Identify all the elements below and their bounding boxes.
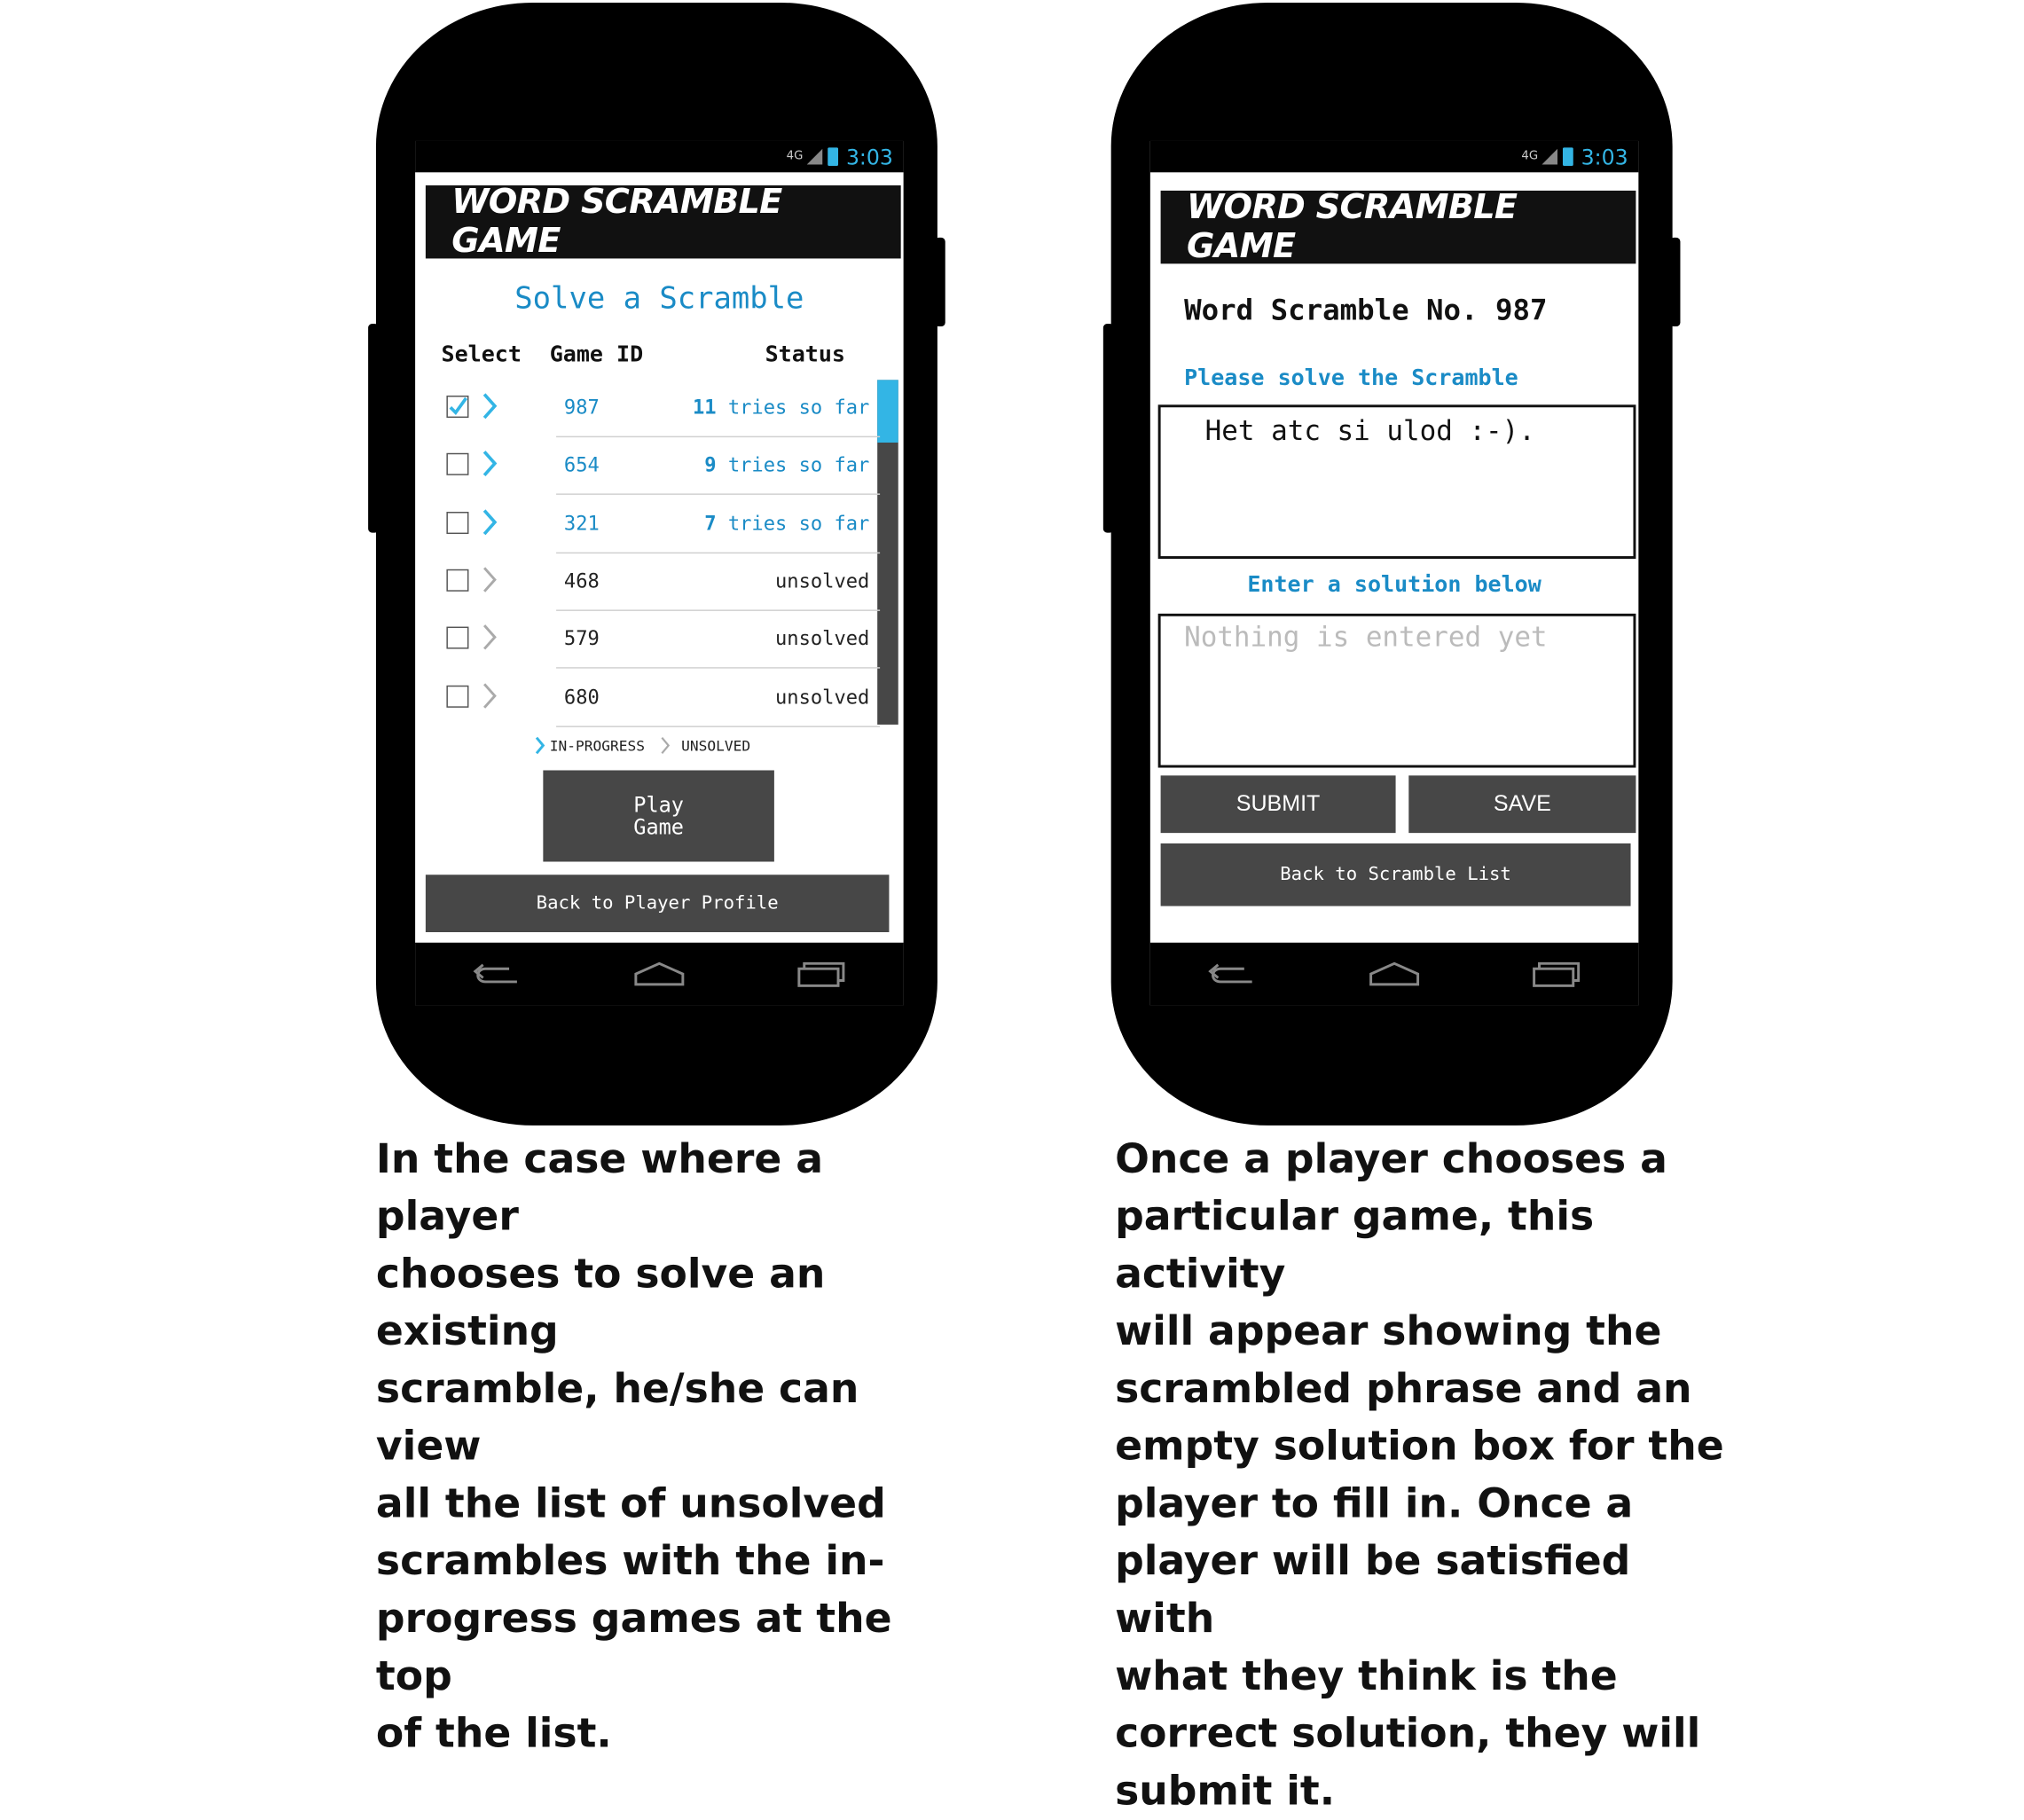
clock: 3:03 xyxy=(845,144,893,169)
home-nav-icon[interactable] xyxy=(633,958,686,989)
left-phone: 4G 3:03 WORD SCRAMBLE GAME Solve a Scram… xyxy=(368,2,945,1126)
checkbox-icon[interactable] xyxy=(446,569,469,592)
checkbox-icon[interactable] xyxy=(446,396,469,419)
power-button xyxy=(934,237,945,326)
game-status: unsolved xyxy=(775,685,869,708)
save-button[interactable]: SAVE xyxy=(1408,775,1636,834)
back-to-player-profile-label: Back to Player Profile xyxy=(536,892,779,914)
app-header: WORD SCRAMBLE GAME xyxy=(1160,187,1636,267)
chevron-right-icon xyxy=(535,736,545,755)
status-text: unsolved xyxy=(775,685,870,709)
legend-unsolved: UNSOLVED xyxy=(681,736,751,755)
try-count: 11 xyxy=(692,396,717,420)
chevron-right-icon[interactable] xyxy=(481,623,499,651)
back-to-player-profile-button[interactable]: Back to Player Profile xyxy=(425,875,890,933)
game-id: 987 xyxy=(563,396,600,420)
solution-placeholder: Nothing is entered yet xyxy=(1184,621,1548,653)
right-caption: Once a player chooses a particular game,… xyxy=(1115,1135,1724,1816)
chevron-right-icon[interactable] xyxy=(481,565,499,593)
list-item[interactable]: 579 unsolved xyxy=(436,611,881,669)
checkbox-icon[interactable] xyxy=(446,626,469,649)
game-status: 11 tries so far xyxy=(693,396,869,419)
power-button xyxy=(1669,237,1681,326)
column-status: Status xyxy=(765,341,846,369)
signal-icon xyxy=(806,148,823,165)
column-select: Select xyxy=(441,341,522,369)
solution-label: Enter a solution below xyxy=(1247,571,1542,599)
screen-title: Solve a Scramble xyxy=(514,281,804,317)
recents-nav-icon[interactable] xyxy=(1531,958,1583,989)
list-item[interactable]: 680 unsolved xyxy=(436,669,881,727)
status-text: tries so far xyxy=(727,511,870,535)
right-phone: 4G 3:03 WORD SCRAMBLE GAME Word Scramble… xyxy=(1102,2,1681,1126)
list-item[interactable]: 987 11 tries so far xyxy=(436,380,881,438)
game-status: unsolved xyxy=(775,569,869,592)
signal-icon xyxy=(1542,148,1558,165)
solution-input[interactable]: Nothing is entered yet xyxy=(1157,613,1636,768)
status-legend: IN-PROGRESS UNSOLVED xyxy=(535,736,751,755)
back-nav-icon[interactable] xyxy=(470,958,522,989)
app-header: WORD SCRAMBLE GAME xyxy=(425,183,901,262)
network-type: 4G xyxy=(786,150,804,163)
chevron-right-icon[interactable] xyxy=(481,450,499,478)
game-id: 680 xyxy=(563,685,600,709)
play-game-button[interactable]: Play Game xyxy=(543,770,774,862)
chevron-right-icon[interactable] xyxy=(481,507,499,536)
right-screen: 4G 3:03 WORD SCRAMBLE GAME Word Scramble… xyxy=(1149,140,1639,1006)
save-label: SAVE xyxy=(1493,791,1551,816)
submit-button[interactable]: SUBMIT xyxy=(1160,775,1396,834)
clock: 3:03 xyxy=(1581,144,1628,169)
play-game-label-2: Game xyxy=(633,814,684,840)
status-text: unsolved xyxy=(775,626,870,651)
game-id: 321 xyxy=(563,511,600,535)
left-screen: 4G 3:03 WORD SCRAMBLE GAME Solve a Scram… xyxy=(415,140,904,1006)
volume-button xyxy=(368,324,379,533)
submit-label: SUBMIT xyxy=(1236,791,1321,816)
scrollbar-thumb[interactable] xyxy=(877,380,898,443)
scrambled-phrase-box: Het atc si ulod :-). xyxy=(1157,404,1636,560)
battery-icon xyxy=(1563,147,1573,166)
home-nav-icon[interactable] xyxy=(1369,958,1421,989)
status-text: tries so far xyxy=(727,453,870,477)
game-status: 9 tries so far xyxy=(704,453,869,476)
recents-nav-icon[interactable] xyxy=(796,958,848,989)
list-item[interactable]: 654 9 tries so far xyxy=(436,438,881,496)
app-title: WORD SCRAMBLE GAME xyxy=(1187,187,1518,267)
game-id: 579 xyxy=(563,626,600,651)
scramble-title: Word Scramble No. 987 xyxy=(1184,294,1548,328)
game-status: unsolved xyxy=(775,627,869,650)
volume-button xyxy=(1102,324,1114,533)
chevron-right-icon[interactable] xyxy=(481,681,499,710)
try-count: 9 xyxy=(704,453,717,477)
list-item[interactable]: 468 unsolved xyxy=(436,553,881,611)
game-status: 7 tries so far xyxy=(704,511,869,534)
game-id: 654 xyxy=(563,453,600,477)
play-game-label-1: Play xyxy=(633,792,684,818)
left-caption: In the case where a player chooses to so… xyxy=(375,1135,892,1758)
legend-in-progress: IN-PROGRESS xyxy=(549,736,645,755)
back-nav-icon[interactable] xyxy=(1205,958,1258,989)
checkbox-icon[interactable] xyxy=(446,511,469,534)
checkbox-icon[interactable] xyxy=(446,685,469,708)
battery-icon xyxy=(828,147,839,166)
solve-prompt: Please solve the Scramble xyxy=(1184,365,1518,392)
navigation-bar xyxy=(1149,942,1639,1006)
checkbox-icon[interactable] xyxy=(446,453,469,476)
game-id: 468 xyxy=(563,569,600,593)
status-bar: 4G 3:03 xyxy=(415,140,904,173)
back-to-scramble-list-label: Back to Scramble List xyxy=(1280,864,1511,886)
app-title: WORD SCRAMBLE GAME xyxy=(451,183,782,262)
network-type: 4G xyxy=(1521,150,1539,163)
list-item[interactable]: 321 7 tries so far xyxy=(436,496,881,553)
navigation-bar xyxy=(415,942,904,1006)
scrambled-phrase: Het atc si ulod :-). xyxy=(1204,415,1535,447)
chevron-right-icon[interactable] xyxy=(481,392,499,420)
column-game-id: Game ID xyxy=(549,341,644,369)
back-to-scramble-list-button[interactable]: Back to Scramble List xyxy=(1160,843,1631,906)
status-text: unsolved xyxy=(775,569,870,593)
chevron-right-icon xyxy=(661,736,670,755)
status-text: tries so far xyxy=(727,396,870,420)
status-bar: 4G 3:03 xyxy=(1149,140,1639,173)
try-count: 7 xyxy=(704,511,717,535)
